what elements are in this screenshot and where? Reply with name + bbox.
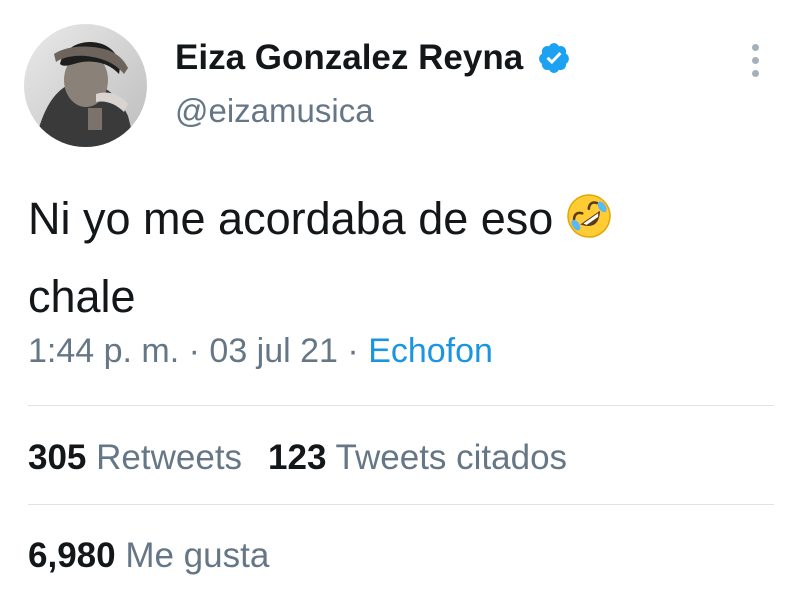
- tweet-source-link[interactable]: Echofon: [368, 332, 493, 370]
- rolling-on-floor-laughing-emoji-icon: [565, 186, 613, 238]
- more-vertical-icon: [751, 43, 759, 51]
- avatar[interactable]: [24, 24, 147, 147]
- meta-separator: ·: [337, 332, 369, 370]
- retweets-stat[interactable]: 305 Retweets: [28, 438, 242, 478]
- likes-label: Me gusta: [125, 536, 270, 575]
- quote-tweets-label: Tweets citados: [335, 438, 568, 477]
- retweets-count: 305: [28, 438, 87, 477]
- likes-count: 6,980: [28, 536, 116, 575]
- more-vertical-icon-dot: [751, 69, 759, 77]
- quote-tweets-count: 123: [268, 438, 327, 477]
- verified-badge-icon: [537, 41, 571, 75]
- user-handle[interactable]: @eizamusica: [175, 92, 374, 130]
- divider: [28, 504, 774, 505]
- likes-stat[interactable]: 6,980 Me gusta: [28, 536, 269, 576]
- tweet-time[interactable]: 1:44 p. m.: [28, 332, 179, 370]
- tweet-text-line1: Ni yo me acordaba de eso: [28, 193, 554, 244]
- engagement-stats-row: 305 Retweets 123 Tweets citados: [28, 438, 567, 478]
- profile-photo: [24, 24, 147, 147]
- tweet-text-line2: chale: [28, 271, 136, 322]
- tweet-meta: 1:44 p. m. · 03 jul 21 · Echofon: [28, 332, 493, 371]
- display-name[interactable]: Eiza Gonzalez Reyna: [175, 38, 523, 78]
- meta-separator: ·: [179, 332, 210, 370]
- divider: [28, 405, 774, 406]
- likes-stats-row: 6,980 Me gusta: [28, 536, 269, 576]
- tweet-date[interactable]: 03 jul 21: [209, 332, 338, 370]
- more-vertical-icon-dot: [751, 56, 759, 64]
- name-row: Eiza Gonzalez Reyna: [175, 35, 571, 81]
- more-options-button[interactable]: [740, 38, 770, 82]
- tweet-text: Ni yo me acordaba de eso chale: [28, 180, 773, 336]
- quote-tweets-stat[interactable]: 123 Tweets citados: [268, 438, 567, 478]
- retweets-label: Retweets: [96, 438, 243, 477]
